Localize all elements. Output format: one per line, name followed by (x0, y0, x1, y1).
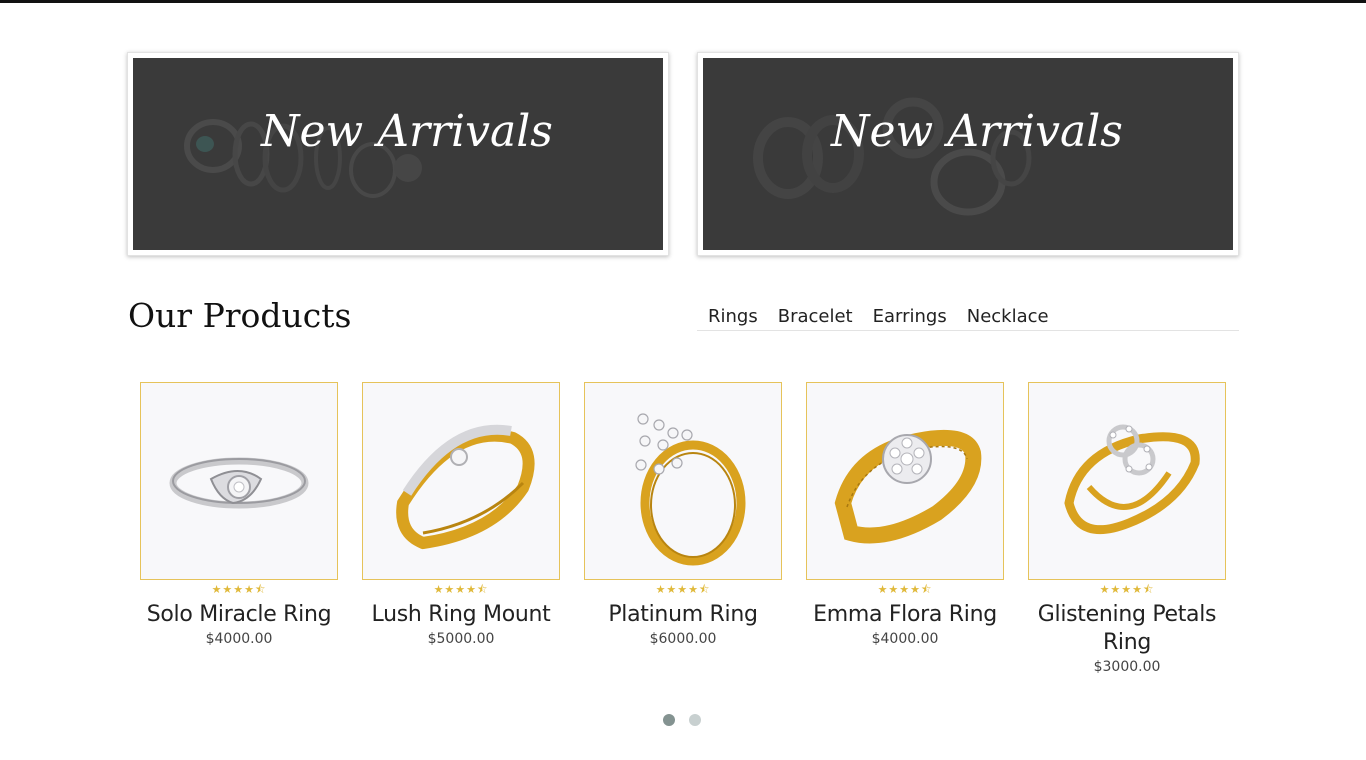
product-card: ★★★★⯪ Solo Miracle Ring $4000.00 (140, 382, 338, 648)
product-card: ★★★★⯪ Emma Flora Ring $4000.00 (806, 382, 1004, 648)
banner-title: New Arrivals (261, 106, 553, 157)
gold-ring-icon (635, 413, 746, 566)
tab-bracelet[interactable]: Bracelet (778, 304, 853, 330)
product-price: $4000.00 (205, 631, 273, 647)
product-name[interactable]: Solo Miracle Ring (140, 601, 338, 629)
product-name[interactable]: Glistening Petals Ring (1028, 601, 1226, 657)
product-image[interactable] (584, 382, 782, 580)
product-name[interactable]: Platinum Ring (584, 601, 782, 629)
product-card: ★★★★⯪ Lush Ring Mount $5000.00 (362, 382, 560, 648)
product-price: $6000.00 (649, 631, 717, 647)
new-arrivals-banner-1[interactable]: New Arrivals (127, 52, 669, 256)
product-card: ★★★★⯪ Glistening Petals Ring $3000.00 (1028, 382, 1226, 676)
product-image[interactable] (140, 382, 338, 580)
gold-ring-icon (834, 429, 982, 544)
product-name[interactable]: Lush Ring Mount (362, 601, 560, 629)
carousel-dot-1[interactable] (663, 714, 675, 726)
product-name[interactable]: Emma Flora Ring (806, 601, 1004, 629)
carousel-pagination (663, 714, 701, 726)
gold-ring-icon (1064, 424, 1200, 535)
product-card: ★★★★⯪ Platinum Ring $6000.00 (584, 382, 782, 648)
carousel-dot-2[interactable] (689, 714, 701, 726)
banner-image: New Arrivals (703, 58, 1233, 250)
section-title: Our Products (128, 296, 352, 335)
rating-stars-icon: ★★★★⯪ (211, 583, 267, 596)
banner-image: New Arrivals (133, 58, 663, 250)
tab-earrings[interactable]: Earrings (873, 304, 947, 330)
tab-rings[interactable]: Rings (708, 304, 758, 330)
product-price: $4000.00 (871, 631, 939, 647)
new-arrivals-banner-2[interactable]: New Arrivals (697, 52, 1239, 256)
silver-ring-icon (169, 457, 309, 509)
gold-silver-ring-icon (396, 424, 535, 550)
product-price: $3000.00 (1093, 659, 1161, 675)
rating-stars-icon: ★★★★⯪ (1099, 583, 1155, 596)
product-category-tabs: Rings Bracelet Earrings Necklace (697, 304, 1239, 331)
top-rule (0, 0, 1366, 3)
product-carousel: ★★★★⯪ Solo Miracle Ring $4000.00 ★★★★⯪ L… (140, 382, 1230, 692)
rating-stars-icon: ★★★★⯪ (433, 583, 489, 596)
banner-title: New Arrivals (831, 106, 1123, 157)
rating-stars-icon: ★★★★⯪ (877, 583, 933, 596)
tab-necklace[interactable]: Necklace (967, 304, 1049, 330)
rating-stars-icon: ★★★★⯪ (655, 583, 711, 596)
product-image[interactable] (362, 382, 560, 580)
product-image[interactable] (1028, 382, 1226, 580)
product-price: $5000.00 (427, 631, 495, 647)
product-image[interactable] (806, 382, 1004, 580)
